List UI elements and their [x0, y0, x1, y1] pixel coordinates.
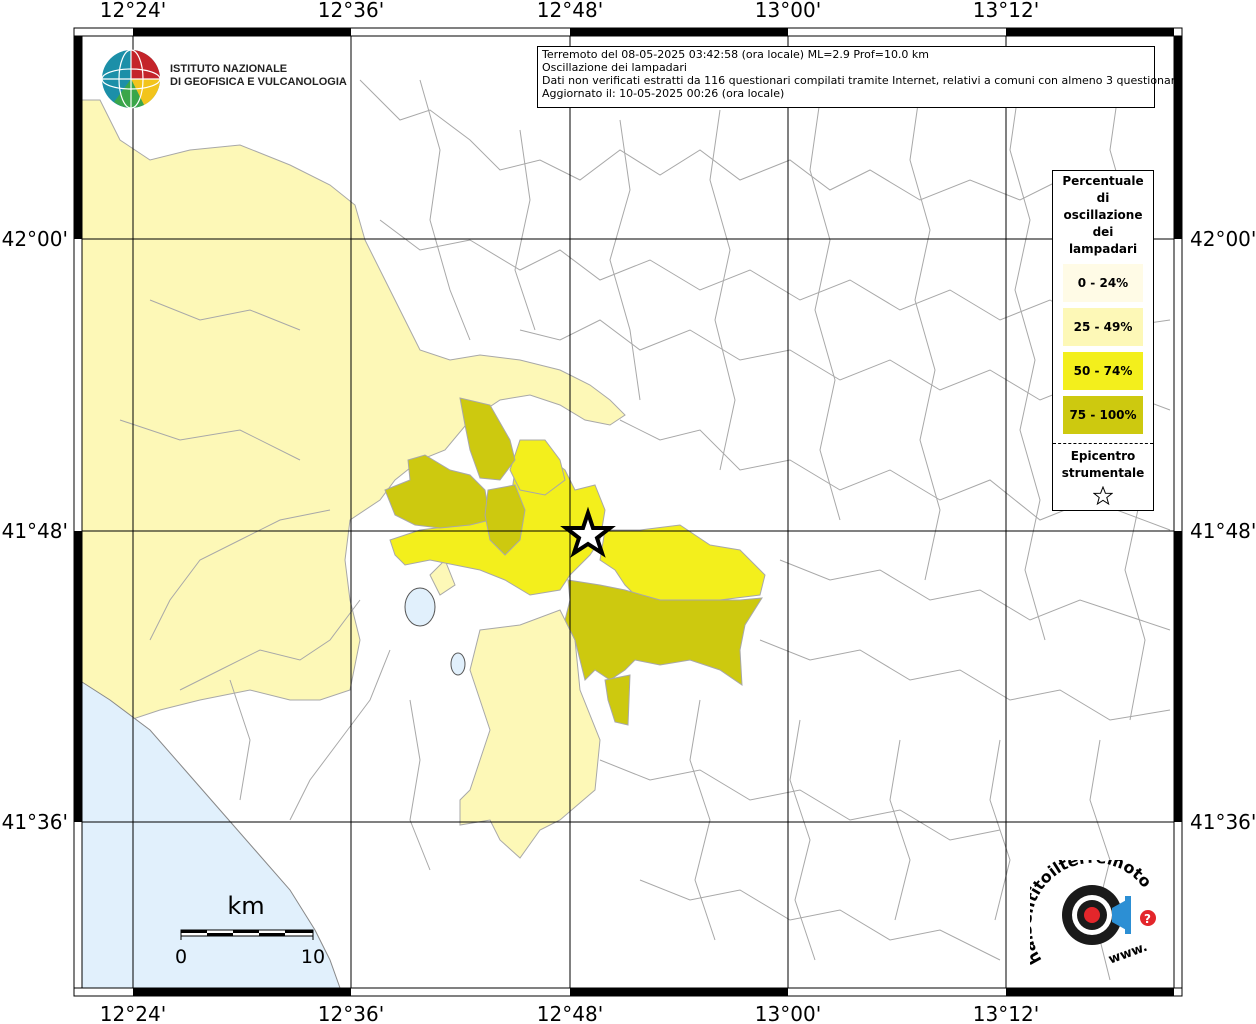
lon-tick-bottom: 12°36' — [318, 1002, 384, 1024]
legend-epicentre-title: Epicentro strumentale — [1061, 449, 1145, 480]
legend: Percentuale di oscillazione dei lampadar… — [1052, 170, 1154, 511]
lon-tick-top: 12°36' — [318, 0, 384, 22]
lon-tick-top: 13°00' — [755, 0, 821, 22]
legend-item-75-100: 75 - 100% — [1063, 396, 1143, 434]
scale-unit: km — [227, 892, 264, 920]
lon-tick-bottom: 13°00' — [755, 1002, 821, 1024]
lon-tick-top: 12°48' — [537, 0, 603, 22]
info-line4: Aggiornato il: 10-05-2025 00:26 (ora loc… — [542, 87, 785, 100]
lon-tick-bottom: 12°48' — [537, 1002, 603, 1024]
lake-nemi — [450, 652, 466, 676]
lat-tick-right: 42°00' — [1190, 227, 1256, 251]
scale-max: 10 — [301, 946, 325, 968]
logo-line2: DI GEOFISICA E VULCANOLOGIA — [170, 76, 347, 88]
scale-min: 0 — [175, 946, 187, 968]
legend-star-icon — [1093, 486, 1113, 506]
hst-logo-sub: www. — [1107, 940, 1150, 968]
legend-title: Percentuale di oscillazione dei lampadar… — [1062, 174, 1144, 256]
lon-tick-top: 13°12' — [973, 0, 1039, 22]
haisentito-logo: haisentitoilterremoto.it ? www. — [1016, 845, 1165, 980]
lon-tick-bottom: 13°12' — [973, 1002, 1039, 1024]
lat-tick-right: 41°36' — [1190, 810, 1256, 834]
ingv-logo: ISTITUTO NAZIONALE DI GEOFISICA E VULCAN… — [100, 48, 347, 112]
info-line3: Dati non verificati estratti da 116 ques… — [542, 74, 1182, 87]
logo-line1: ISTITUTO NAZIONALE — [170, 63, 288, 75]
legend-item-50-74: 50 - 74% — [1063, 352, 1143, 390]
info-line1: Terremoto del 08-05-2025 03:42:58 (ora l… — [542, 48, 930, 61]
lat-tick-left: 41°48' — [2, 519, 68, 543]
lat-tick-left: 41°36' — [2, 810, 68, 834]
legend-item-0-24: 0 - 24% — [1063, 264, 1143, 302]
lon-tick-top: 12°24' — [100, 0, 166, 22]
lake-albano — [404, 587, 436, 627]
legend-item-25-49: 25 - 49% — [1063, 308, 1143, 346]
info-line2: Oscillazione dei lampadari — [542, 61, 687, 74]
lon-ticks-bottom: 12°24' 12°36' 12°48' 13°00' 13°12' — [100, 1002, 1039, 1024]
megaphone-target-icon — [1062, 885, 1131, 945]
lat-tick-right: 41°48' — [1190, 519, 1256, 543]
lon-tick-bottom: 12°24' — [100, 1002, 166, 1024]
globe-logo-icon — [101, 49, 161, 109]
lat-ticks-right: 42°00' 41°48' 41°36' — [1190, 227, 1256, 834]
svg-text:?: ? — [1144, 912, 1151, 926]
lat-ticks-left: 42°00' 41°48' 41°36' — [2, 227, 68, 834]
legend-separator — [1053, 443, 1153, 444]
lon-ticks-top: 12°24' 12°36' 12°48' 13°00' 13°12' — [100, 0, 1039, 22]
earthquake-info-box: Terremoto del 08-05-2025 03:42:58 (ora l… — [537, 46, 1182, 108]
lat-tick-left: 42°00' — [2, 227, 68, 251]
